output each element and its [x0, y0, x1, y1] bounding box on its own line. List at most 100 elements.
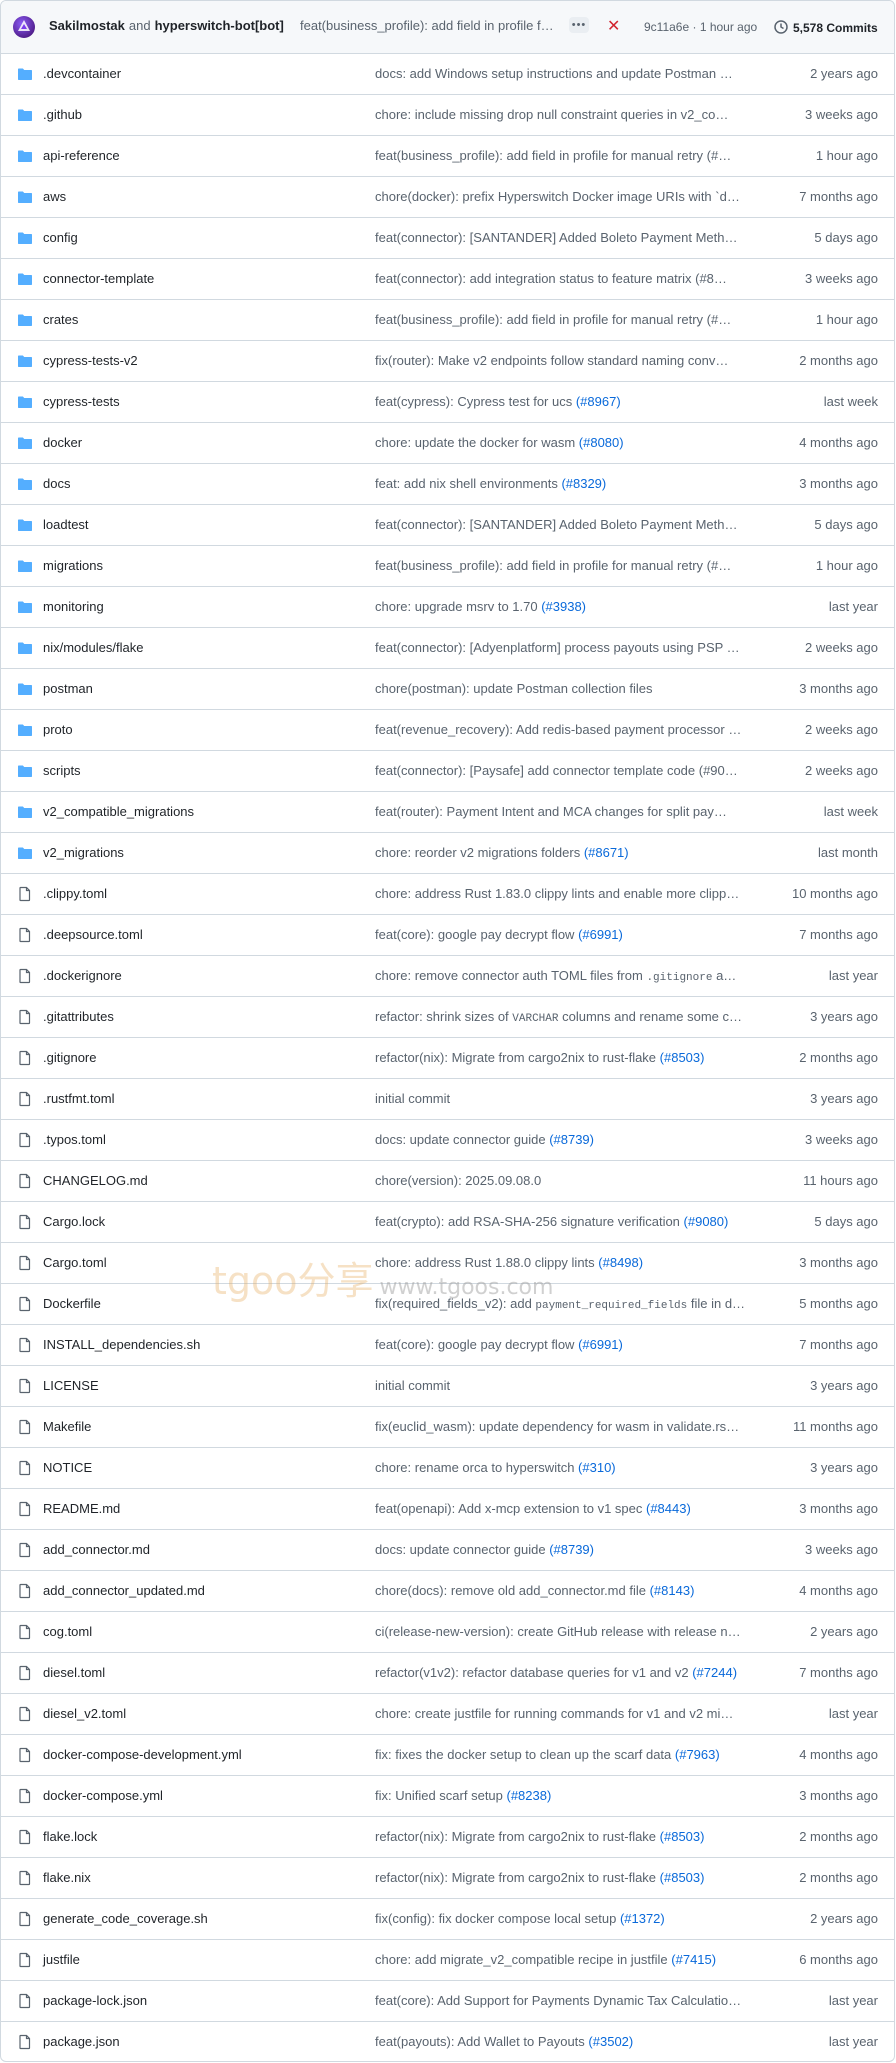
commit-age[interactable]: last year	[829, 599, 878, 614]
pull-request-link[interactable]: (#7244)	[692, 1665, 737, 1680]
commit-age[interactable]: 2 months ago	[799, 353, 878, 368]
folder-link[interactable]: scripts	[43, 763, 81, 778]
commit-message-link[interactable]: docs: add Windows setup instructions and…	[375, 66, 758, 81]
file-link[interactable]: Cargo.lock	[43, 1214, 105, 1229]
commit-message-link[interactable]: fix(euclid_wasm): update dependency for …	[375, 1419, 758, 1434]
file-link[interactable]: flake.lock	[43, 1829, 97, 1844]
commit-message-link[interactable]: chore(version): 2025.09.08.0	[375, 1173, 758, 1188]
commit-message-link[interactable]: chore: rename orca to hyperswitch (#310)	[375, 1460, 758, 1475]
commit-message-link[interactable]: chore: remove connector auth TOML files …	[375, 968, 758, 984]
folder-link[interactable]: api-reference	[43, 148, 120, 163]
commit-message-link[interactable]: fix: fixes the docker setup to clean up …	[375, 1747, 758, 1762]
folder-link[interactable]: connector-template	[43, 271, 154, 286]
commit-age[interactable]: 7 months ago	[799, 189, 878, 204]
commit-message-link[interactable]: feat(business_profile): add field in pro…	[375, 312, 758, 327]
commits-link[interactable]: 5,578 Commits	[773, 19, 878, 35]
commit-message-link[interactable]: feat(cypress): Cypress test for ucs (#89…	[375, 394, 758, 409]
file-link[interactable]: docker-compose-development.yml	[43, 1747, 242, 1762]
file-link[interactable]: add_connector.md	[43, 1542, 150, 1557]
commit-message-link[interactable]: feat(revenue_recovery): Add redis-based …	[375, 722, 758, 737]
commit-age[interactable]: 7 months ago	[799, 1337, 878, 1352]
commit-message-link[interactable]: chore(docs): remove old add_connector.md…	[375, 1583, 758, 1598]
commit-age[interactable]: 7 months ago	[799, 927, 878, 942]
file-link[interactable]: package-lock.json	[43, 1993, 147, 2008]
commit-age[interactable]: 1 hour ago	[816, 148, 878, 163]
pull-request-link[interactable]: (#1372)	[620, 1911, 665, 1926]
commit-age[interactable]: 2 weeks ago	[805, 640, 878, 655]
file-link[interactable]: NOTICE	[43, 1460, 92, 1475]
pull-request-link[interactable]: (#8329)	[561, 476, 606, 491]
file-link[interactable]: INSTALL_dependencies.sh	[43, 1337, 200, 1352]
file-link[interactable]: diesel.toml	[43, 1665, 105, 1680]
pull-request-link[interactable]: (#8143)	[650, 1583, 695, 1598]
commit-age[interactable]: 3 months ago	[799, 476, 878, 491]
commit-age[interactable]: 2 years ago	[810, 66, 878, 81]
commit-age[interactable]: 3 months ago	[799, 1501, 878, 1516]
commit-age[interactable]: 3 months ago	[799, 1788, 878, 1803]
commit-age[interactable]: 5 days ago	[814, 1214, 878, 1229]
commit-age[interactable]: 3 months ago	[799, 1255, 878, 1270]
pull-request-link[interactable]: (#6991)	[578, 927, 623, 942]
commit-message-link[interactable]: chore: add migrate_v2_compatible recipe …	[375, 1952, 758, 1967]
commit-message-link[interactable]: feat(core): google pay decrypt flow (#69…	[375, 1337, 758, 1352]
file-link[interactable]: add_connector_updated.md	[43, 1583, 205, 1598]
pull-request-link[interactable]: (#9080)	[684, 1214, 729, 1229]
commit-message-link[interactable]: feat(connector): [Paysafe] add connector…	[375, 763, 758, 778]
folder-link[interactable]: docs	[43, 476, 70, 491]
folder-link[interactable]: proto	[43, 722, 73, 737]
pull-request-link[interactable]: (#8080)	[579, 435, 624, 450]
commit-age[interactable]: 5 months ago	[799, 1296, 878, 1311]
pull-request-link[interactable]: (#8671)	[584, 845, 629, 860]
commit-message-link[interactable]: chore: reorder v2 migrations folders (#8…	[375, 845, 758, 860]
commit-age[interactable]: 3 weeks ago	[805, 1132, 878, 1147]
pull-request-link[interactable]: (#8967)	[576, 394, 621, 409]
commit-message-link[interactable]: feat(payouts): Add Wallet to Payouts (#3…	[375, 2034, 758, 2049]
commit-message-link[interactable]: refactor: shrink sizes of VARCHAR column…	[375, 1009, 758, 1025]
folder-link[interactable]: nix/modules/flake	[43, 640, 143, 655]
commit-age[interactable]: 3 weeks ago	[805, 107, 878, 122]
file-link[interactable]: .rustfmt.toml	[43, 1091, 115, 1106]
commit-age[interactable]: 5 days ago	[814, 230, 878, 245]
folder-link[interactable]: config	[43, 230, 78, 245]
pull-request-link[interactable]: (#7415)	[671, 1952, 716, 1967]
file-link[interactable]: .gitattributes	[43, 1009, 114, 1024]
folder-link[interactable]: cypress-tests-v2	[43, 353, 138, 368]
file-link[interactable]: .clippy.toml	[43, 886, 107, 901]
file-link[interactable]: cog.toml	[43, 1624, 92, 1639]
commit-age[interactable]: 4 months ago	[799, 1583, 878, 1598]
pull-request-link[interactable]: (#6991)	[578, 1337, 623, 1352]
folder-link[interactable]: .devcontainer	[43, 66, 121, 81]
pull-request-link[interactable]: (#8498)	[598, 1255, 643, 1270]
expand-message-button[interactable]: •••	[569, 17, 589, 33]
folder-link[interactable]: aws	[43, 189, 66, 204]
pull-request-link[interactable]: (#8739)	[549, 1542, 594, 1557]
commit-age[interactable]: 2 months ago	[799, 1829, 878, 1844]
commit-message[interactable]: feat(business_profile): add field in pro…	[300, 18, 555, 33]
commit-age[interactable]: 5 days ago	[814, 517, 878, 532]
commit-message-link[interactable]: feat(connector): add integration status …	[375, 271, 758, 286]
file-link[interactable]: .gitignore	[43, 1050, 96, 1065]
commit-message-link[interactable]: chore: create justfile for running comma…	[375, 1706, 758, 1721]
commit-age[interactable]: 1 hour ago	[816, 312, 878, 327]
file-link[interactable]: .typos.toml	[43, 1132, 106, 1147]
commit-message-link[interactable]: feat(business_profile): add field in pro…	[375, 558, 758, 573]
commit-age[interactable]: last month	[818, 845, 878, 860]
commit-age[interactable]: 3 months ago	[799, 681, 878, 696]
commit-age[interactable]: 2 weeks ago	[805, 763, 878, 778]
pull-request-link[interactable]: (#8443)	[646, 1501, 691, 1516]
commit-age[interactable]: 7 months ago	[799, 1665, 878, 1680]
commit-age[interactable]: 2 weeks ago	[805, 722, 878, 737]
folder-link[interactable]: monitoring	[43, 599, 104, 614]
folder-link[interactable]: crates	[43, 312, 78, 327]
commit-age[interactable]: 2 years ago	[810, 1911, 878, 1926]
commit-age[interactable]: last year	[829, 1993, 878, 2008]
pull-request-link[interactable]: (#310)	[578, 1460, 616, 1475]
pull-request-link[interactable]: (#3938)	[541, 599, 586, 614]
file-link[interactable]: CHANGELOG.md	[43, 1173, 148, 1188]
commit-message-link[interactable]: feat(core): google pay decrypt flow (#69…	[375, 927, 758, 942]
file-link[interactable]: docker-compose.yml	[43, 1788, 163, 1803]
commit-message-link[interactable]: chore: update the docker for wasm (#8080…	[375, 435, 758, 450]
commit-age[interactable]: 2 months ago	[799, 1050, 878, 1065]
folder-link[interactable]: cypress-tests	[43, 394, 120, 409]
file-link[interactable]: flake.nix	[43, 1870, 91, 1885]
